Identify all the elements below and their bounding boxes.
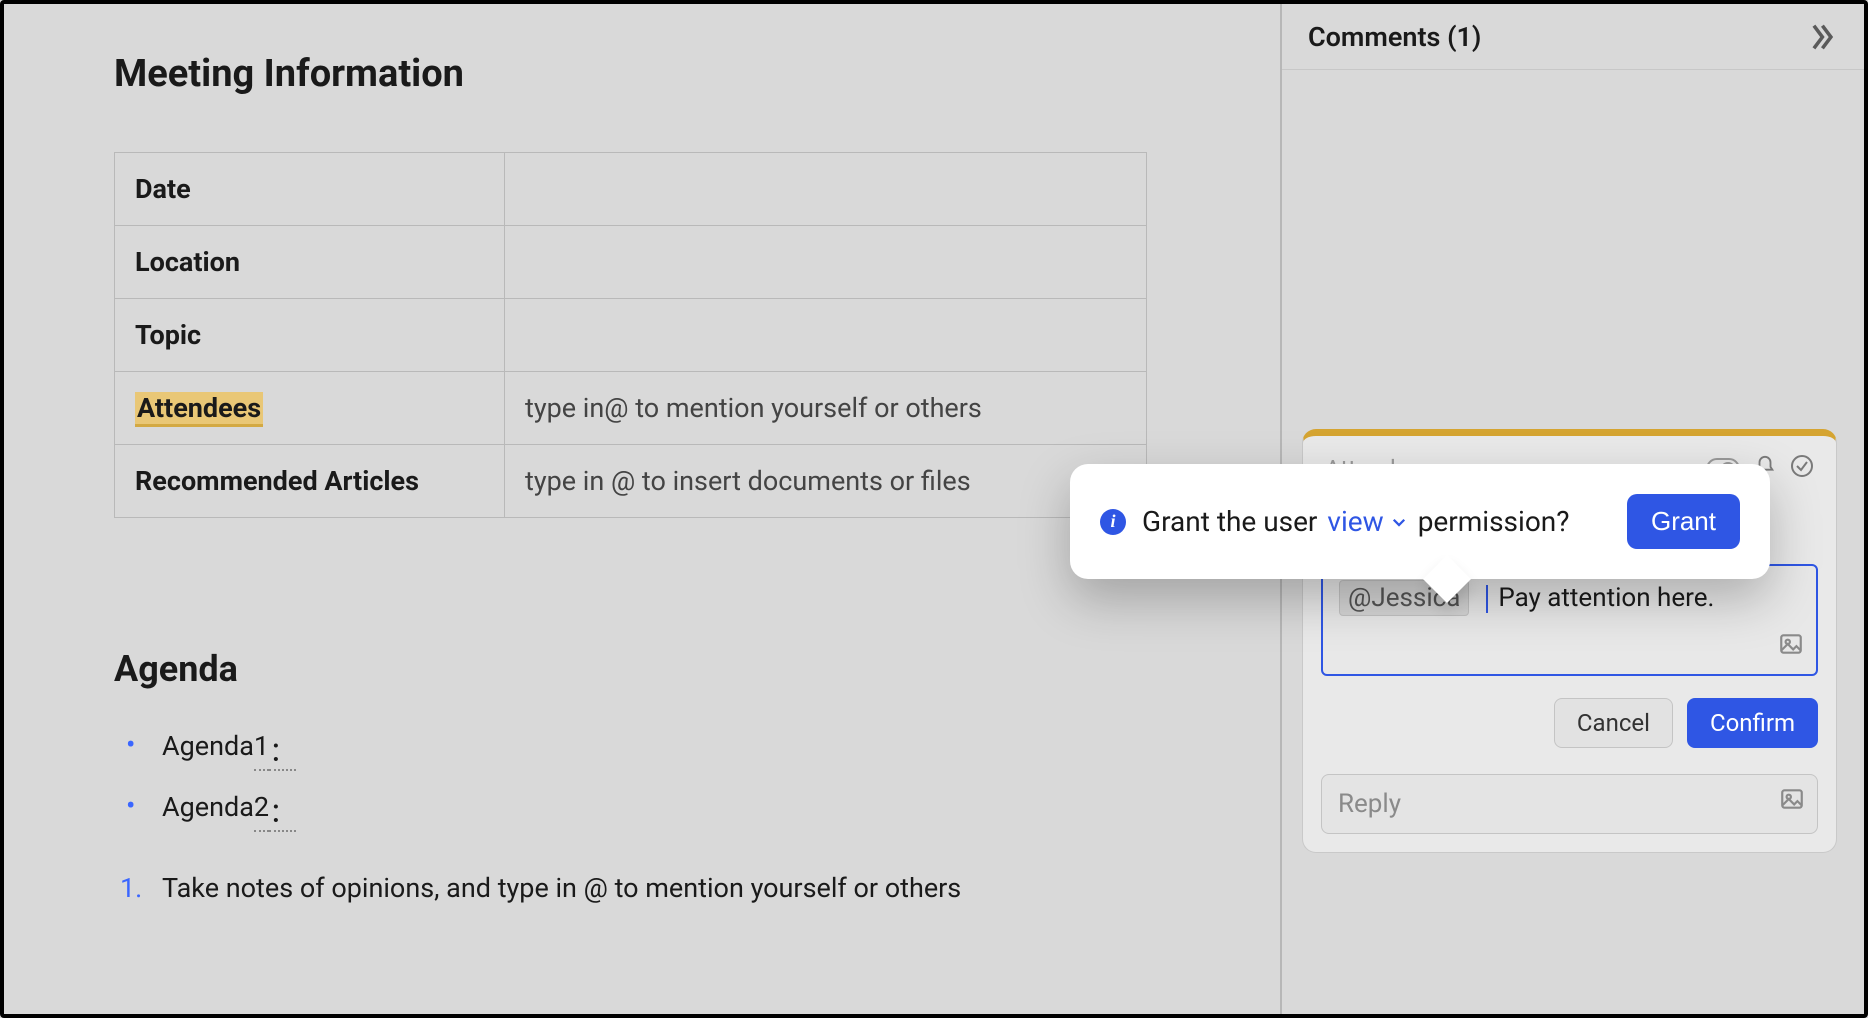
resolve-check-icon[interactable] — [1790, 454, 1814, 484]
reply-placeholder: Reply — [1338, 789, 1401, 819]
table-row: Date — [115, 153, 1147, 226]
text-cursor — [1486, 585, 1488, 613]
table-row: Recommended Articlestype in @ to insert … — [115, 445, 1147, 518]
insert-image-icon[interactable] — [1778, 631, 1804, 664]
row-value[interactable] — [505, 299, 1147, 372]
cancel-button[interactable]: Cancel — [1554, 698, 1673, 748]
row-label: Recommended Articles — [115, 445, 505, 518]
row-label: Date — [115, 153, 505, 226]
comment-body-text: Pay attention here. — [1498, 583, 1714, 613]
reply-input[interactable]: Reply — [1321, 774, 1818, 834]
list-item[interactable]: Agenda 2： — [114, 781, 1170, 842]
permission-level-dropdown[interactable]: view — [1327, 505, 1407, 538]
chevron-down-icon — [1390, 513, 1408, 531]
table-row: Topic — [115, 299, 1147, 372]
section-heading-meeting-info: Meeting Information — [114, 52, 1170, 96]
row-value[interactable]: type in@ to mention yourself or others — [505, 372, 1147, 445]
meeting-info-table: DateLocationTopicAttendeestype in@ to me… — [114, 152, 1147, 518]
row-value[interactable] — [505, 226, 1147, 299]
agenda-steps: 1.Take notes of opinions, and type in @ … — [114, 862, 1170, 914]
perm-text-before: Grant the user — [1142, 505, 1317, 538]
insert-image-icon[interactable] — [1779, 786, 1805, 819]
perm-text-after: permission? — [1418, 505, 1570, 538]
permission-popover: i Grant the user view permission? Grant — [1070, 464, 1770, 579]
permission-level-label: view — [1327, 505, 1383, 538]
grant-button[interactable]: Grant — [1627, 494, 1740, 549]
section-heading-agenda: Agenda — [114, 648, 1170, 690]
confirm-button[interactable]: Confirm — [1687, 698, 1818, 748]
row-value[interactable]: type in @ to insert documents or files — [505, 445, 1147, 518]
list-item[interactable]: Agenda 1： — [114, 720, 1170, 781]
table-row: Location — [115, 226, 1147, 299]
agenda-list: Agenda 1：Agenda 2： — [114, 720, 1170, 842]
collapse-panel-button[interactable] — [1804, 20, 1838, 54]
list-item[interactable]: 1.Take notes of opinions, and type in @ … — [114, 862, 1170, 914]
comments-panel-title: Comments (1) — [1308, 21, 1481, 53]
row-label: Location — [115, 226, 505, 299]
row-value[interactable] — [505, 153, 1147, 226]
comment-input[interactable]: @Jessica Pay attention here. — [1321, 564, 1818, 676]
row-label: Topic — [115, 299, 505, 372]
table-row: Attendeestype in@ to mention yourself or… — [115, 372, 1147, 445]
row-label: Attendees — [115, 372, 505, 445]
info-icon: i — [1100, 509, 1126, 535]
